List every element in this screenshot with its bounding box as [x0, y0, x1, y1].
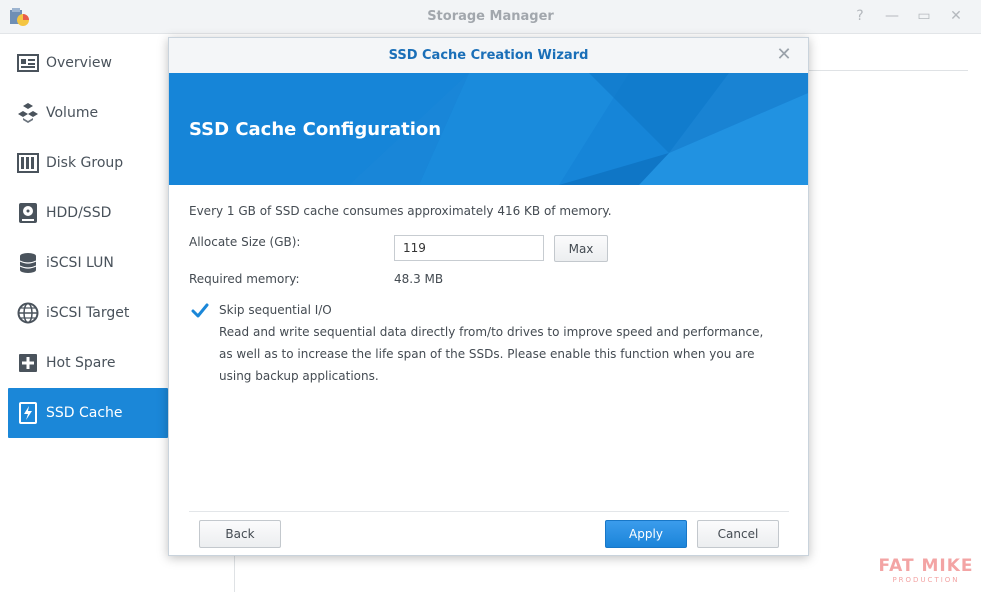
- window-titlebar: Storage Manager ? — ▭ ✕: [0, 0, 981, 34]
- minimize-icon[interactable]: —: [883, 7, 901, 25]
- dialog-title: SSD Cache Creation Wizard: [388, 48, 589, 63]
- required-memory-label: Required memory:: [189, 272, 300, 286]
- watermark-subtitle: PRODUCTION: [892, 576, 960, 584]
- close-window-icon[interactable]: ✕: [947, 7, 965, 25]
- maximize-icon[interactable]: ▭: [915, 7, 933, 25]
- sidebar-item-label: HDD/SSD: [46, 205, 112, 221]
- sidebar-item-label: SSD Cache: [46, 405, 123, 421]
- description-line: using backup applications.: [219, 369, 379, 383]
- dialog-titlebar: SSD Cache Creation Wizard ✕: [169, 38, 808, 73]
- close-icon[interactable]: ✕: [774, 45, 794, 65]
- help-icon[interactable]: ?: [851, 7, 869, 25]
- required-memory-value: 48.3 MB: [394, 272, 444, 286]
- sidebar-item-iscsi-lun[interactable]: iSCSI LUN: [8, 238, 168, 288]
- skip-sequential-checkbox[interactable]: [191, 302, 209, 320]
- skip-sequential-description: Read and write sequential data directly …: [219, 321, 763, 387]
- memory-info-text: Every 1 GB of SSD cache consumes approxi…: [189, 204, 612, 218]
- ssd-cache-icon: [16, 401, 40, 425]
- sidebar-item-iscsi-target[interactable]: iSCSI Target: [8, 288, 168, 338]
- description-line: Read and write sequential data directly …: [219, 325, 764, 339]
- sidebar-item-label: Disk Group: [46, 155, 124, 171]
- cancel-button[interactable]: Cancel: [697, 520, 779, 548]
- max-button[interactable]: Max: [554, 235, 608, 262]
- watermark-title: FAT MIKE: [878, 556, 974, 576]
- sidebar-item-volume[interactable]: Volume: [8, 88, 168, 138]
- sidebar-item-ssd-cache[interactable]: SSD Cache: [8, 388, 168, 438]
- checkmark-icon: [191, 303, 209, 318]
- ssd-cache-wizard-dialog: SSD Cache Creation Wizard ✕ SSD Cache Co…: [168, 37, 809, 556]
- description-line: as well as to increase the life span of …: [219, 347, 755, 361]
- hdd-icon: [16, 201, 40, 225]
- hot-spare-icon: [16, 351, 40, 375]
- apply-button[interactable]: Apply: [605, 520, 687, 548]
- skip-sequential-label[interactable]: Skip sequential I/O: [219, 303, 332, 317]
- wizard-banner: SSD Cache Configuration: [169, 73, 808, 185]
- banner-title: SSD Cache Configuration: [189, 119, 442, 140]
- sidebar-item-disk-group[interactable]: Disk Group: [8, 138, 168, 188]
- iscsi-target-icon: [16, 301, 40, 325]
- back-button[interactable]: Back: [199, 520, 281, 548]
- main-toolbar-divider: [808, 70, 968, 71]
- sidebar-item-label: iSCSI Target: [46, 305, 130, 321]
- sidebar-item-label: Overview: [46, 55, 112, 71]
- sidebar-item-hdd-ssd[interactable]: HDD/SSD: [8, 188, 168, 238]
- footer-divider: [189, 511, 789, 512]
- iscsi-lun-icon: [16, 251, 40, 275]
- overview-icon: [16, 51, 40, 75]
- disk-group-icon: [16, 151, 40, 175]
- allocate-size-label: Allocate Size (GB):: [189, 235, 301, 249]
- allocate-size-input[interactable]: [394, 235, 544, 261]
- volume-icon: [16, 101, 40, 125]
- sidebar-item-overview[interactable]: Overview: [8, 38, 168, 88]
- sidebar-item-label: Volume: [46, 105, 99, 121]
- sidebar-item-hot-spare[interactable]: Hot Spare: [8, 338, 168, 388]
- watermark: FAT MIKE PRODUCTION: [876, 556, 976, 585]
- sidebar-item-label: Hot Spare: [46, 355, 116, 371]
- sidebar-item-label: iSCSI LUN: [46, 255, 114, 271]
- window-title: Storage Manager: [427, 9, 554, 24]
